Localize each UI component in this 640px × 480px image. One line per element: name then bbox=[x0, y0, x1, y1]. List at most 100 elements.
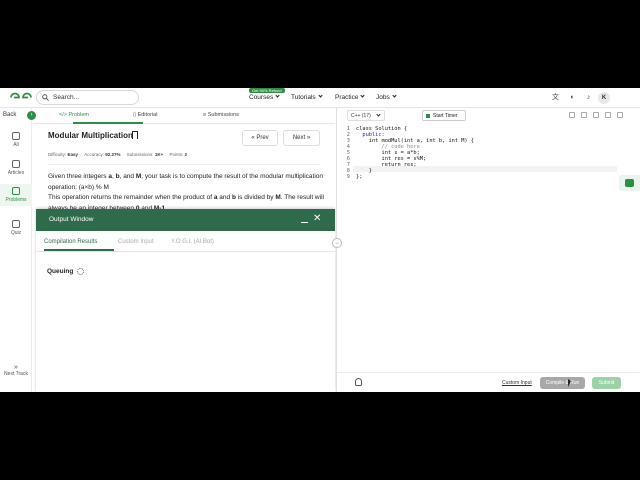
reset-icon[interactable] bbox=[593, 112, 599, 118]
compile-run-button[interactable]: Compile & Run bbox=[540, 377, 585, 389]
nav-practice[interactable]: Practice bbox=[335, 93, 366, 101]
left-rail: Back All Articles Problems Quiz » Next Tr… bbox=[0, 108, 32, 392]
chat-icon bbox=[625, 179, 634, 187]
chevron-down-icon bbox=[360, 93, 366, 98]
problem-tabs: </> Problem ▯ Editorial ≡ Submissions bbox=[33, 108, 335, 124]
desc-text: is divided by bbox=[235, 194, 276, 201]
chevron-down-icon bbox=[318, 93, 323, 98]
code-icon bbox=[12, 187, 20, 195]
promo-badge: Get 90% Refund bbox=[249, 88, 285, 93]
timer-icon bbox=[426, 114, 430, 118]
collapse-sidebar-button[interactable]: › bbox=[27, 111, 36, 120]
grid-icon bbox=[12, 132, 20, 140]
more-icon[interactable] bbox=[617, 112, 623, 118]
rail-item-next-track[interactable]: » Next Track bbox=[0, 364, 32, 377]
submissions-value: 1K+ bbox=[154, 152, 164, 157]
chevron-down-icon bbox=[392, 93, 397, 98]
accuracy-value: 92.27% bbox=[105, 152, 121, 157]
points-value: 2 bbox=[184, 152, 188, 157]
desc-text: and bbox=[217, 194, 232, 201]
next-chevron-icon: » bbox=[305, 135, 311, 141]
translate-icon[interactable]: 文 bbox=[550, 92, 561, 103]
chat-button[interactable] bbox=[619, 175, 640, 191]
tab-submissions-label: Submissions bbox=[207, 112, 239, 118]
nav-jobs[interactable]: Jobs bbox=[376, 93, 397, 101]
rail-item-all[interactable]: All bbox=[0, 132, 32, 148]
divider bbox=[36, 251, 335, 252]
expression: (a×b) % M bbox=[78, 183, 109, 191]
back-link[interactable]: Back bbox=[3, 112, 16, 118]
double-chevron-right-icon: » bbox=[14, 364, 18, 371]
rail-item-label: Problems bbox=[5, 197, 27, 203]
rail-item-label: Quiz bbox=[10, 230, 22, 236]
rail-item-problems[interactable]: Problems bbox=[0, 184, 32, 206]
nav-jobs-label: Jobs bbox=[376, 94, 390, 101]
fullscreen-icon[interactable] bbox=[605, 112, 611, 118]
chevron-down-icon bbox=[376, 112, 381, 117]
back-label: Back bbox=[3, 112, 17, 118]
tab-problem[interactable]: </> Problem bbox=[59, 112, 89, 118]
next-label: Next bbox=[292, 135, 306, 141]
active-tab-indicator bbox=[73, 122, 143, 124]
start-timer-button[interactable]: Start Timer bbox=[422, 110, 466, 121]
tab-custom-input[interactable]: Custom Input bbox=[118, 239, 154, 245]
output-window-header: Output Window ✕ bbox=[36, 209, 335, 231]
loading-spinner-icon bbox=[77, 268, 84, 275]
submit-button[interactable]: Submit bbox=[592, 377, 621, 389]
nav-tutorials[interactable]: Tutorials bbox=[291, 93, 323, 101]
language-select[interactable]: C++ (17) bbox=[347, 110, 385, 121]
desc-text: , and bbox=[119, 173, 136, 180]
editor-footer: Custom Input Compile & Run Submit bbox=[337, 372, 640, 392]
tab-yogi-ai-bot[interactable]: Y.O.G.I. (AI Bot) bbox=[171, 239, 214, 245]
points-label: Points: bbox=[169, 152, 184, 157]
status-text: Queuing bbox=[47, 268, 74, 275]
quiz-icon bbox=[12, 220, 20, 228]
nav-practice-label: Practice bbox=[335, 94, 359, 101]
next-button[interactable]: Next » bbox=[283, 130, 320, 146]
nav-tutorials-label: Tutorials bbox=[291, 94, 316, 101]
search-box[interactable]: Search... bbox=[36, 90, 139, 105]
code-line: }; bbox=[356, 174, 363, 180]
bell-icon[interactable]: ♪ bbox=[583, 92, 594, 103]
difficulty-label: Difficulty: bbox=[48, 152, 67, 157]
tab-editorial-label: Editorial bbox=[137, 112, 158, 118]
rail-item-label: Next Track bbox=[4, 371, 28, 377]
lightbulb-icon[interactable] bbox=[355, 378, 362, 386]
divider bbox=[48, 164, 320, 165]
prev-button[interactable]: « Prev bbox=[242, 130, 278, 146]
line-number: 9 bbox=[346, 174, 350, 180]
avatar[interactable]: K bbox=[598, 92, 610, 104]
search-icon bbox=[42, 94, 49, 101]
problem-title: Modular Multiplication bbox=[48, 131, 133, 140]
close-icon[interactable]: ✕ bbox=[313, 213, 321, 224]
prev-label: Prev bbox=[256, 135, 269, 141]
gfg-logo[interactable] bbox=[10, 92, 32, 103]
desc-text: Given three integers bbox=[48, 173, 109, 180]
problem-description: Given three integers a, b, and M, your t… bbox=[48, 172, 328, 214]
difficulty-value: Easy bbox=[67, 152, 78, 157]
problem-meta: Difficulty: Easy Accuracy: 92.27% Submis… bbox=[48, 152, 187, 157]
tab-submissions[interactable]: ≡ Submissions bbox=[203, 112, 239, 118]
copy-icon[interactable] bbox=[569, 112, 575, 118]
dark-mode-icon[interactable]: ◐ bbox=[567, 92, 578, 103]
nav-courses[interactable]: Courses bbox=[249, 93, 280, 101]
bookmark-icon[interactable] bbox=[132, 131, 138, 139]
tab-editorial[interactable]: ▯ Editorial bbox=[133, 112, 157, 118]
editor-toolbar: C++ (17) Start Timer bbox=[337, 108, 640, 124]
rail-item-label: Articles bbox=[7, 170, 25, 176]
chevron-down-icon bbox=[275, 93, 280, 98]
tab-compilation-results[interactable]: Compilation Results bbox=[44, 239, 97, 245]
mouse-cursor-icon bbox=[568, 379, 571, 387]
minimize-icon[interactable] bbox=[301, 222, 308, 223]
submissions-label: Submissions: bbox=[126, 152, 154, 157]
code-editor[interactable]: 1 class Solution { 2 public: 3 int modMu… bbox=[337, 124, 617, 372]
top-navbar: Search... Get 90% Refund Courses Tutoria… bbox=[0, 88, 640, 108]
accuracy-label: Accuracy: bbox=[84, 152, 104, 157]
settings-icon[interactable] bbox=[581, 112, 587, 118]
start-timer-label: Start Timer bbox=[433, 113, 458, 119]
nav-courses-label: Courses bbox=[249, 94, 274, 101]
rail-item-articles[interactable]: Articles bbox=[0, 160, 32, 176]
custom-input-link[interactable]: Custom Input bbox=[502, 380, 532, 386]
output-window: Output Window ✕ Compilation Results Cust… bbox=[36, 209, 335, 392]
rail-item-quiz[interactable]: Quiz bbox=[0, 220, 32, 236]
